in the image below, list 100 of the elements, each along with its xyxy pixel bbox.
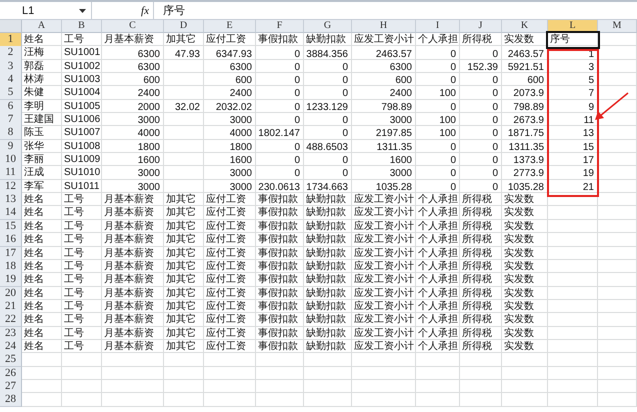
table-cell-text: 2197.85 [374, 127, 413, 140]
column-header[interactable]: J [460, 20, 502, 33]
row-header[interactable]: 8 [0, 126, 22, 140]
insert-function-button[interactable]: fx [141, 4, 149, 16]
row-header[interactable]: 21 [0, 300, 22, 314]
table-cell-text: 汪梅 [23, 46, 45, 60]
row-header[interactable]: 4 [0, 73, 22, 88]
table-cell-text: 2463.57 [374, 48, 413, 61]
table-cell-text: 实发数 [503, 273, 535, 288]
row-header[interactable]: 13 [0, 193, 22, 208]
table-cell-text: 2400 [136, 87, 161, 100]
column-header[interactable]: D [164, 20, 204, 33]
table-cell-text: 1035.28 [506, 180, 545, 194]
table-cell-text: 个人承担 [417, 260, 459, 274]
table-cell-text: 6300 [136, 48, 161, 61]
table-cell-text: 实发数 [503, 300, 535, 314]
table-cell-text: 事假扣款 [257, 273, 299, 288]
table-cell-text: 李军 [23, 180, 45, 194]
table-cell-text: 工号 [63, 233, 85, 248]
row-header[interactable]: 25 [0, 353, 22, 368]
row-header[interactable]: 23 [0, 326, 22, 341]
table-cell-text: 所得税 [461, 260, 493, 274]
table-cell-text: 工号 [63, 300, 85, 314]
table-cell-text: 姓名 [23, 206, 45, 220]
table-cell-text: 0 [491, 154, 499, 168]
select-all-button[interactable] [0, 20, 22, 33]
table-cell-text: 应付工资 [205, 273, 247, 288]
row-header[interactable]: 24 [0, 340, 22, 354]
table-cell-text: 应付工资 [205, 220, 247, 234]
row-header[interactable]: 10 [0, 153, 22, 168]
table-cell-text: 1233.129 [305, 100, 349, 114]
row-header[interactable]: 1 [0, 33, 22, 47]
table-cell-text: 4000 [228, 127, 253, 140]
name-box[interactable]: L1 [0, 2, 92, 19]
column-header[interactable]: A [22, 20, 62, 33]
table-cell-text: 林涛 [23, 73, 45, 86]
formula-input[interactable]: 序号 [154, 2, 637, 19]
table-cell-text: 姓名 [23, 286, 45, 301]
table-cell-text: SU1009 [63, 153, 102, 168]
table-cell-text: 月基本薪资 [103, 246, 155, 260]
table-cell-text: 工号 [63, 246, 85, 260]
column-header[interactable]: F [256, 20, 304, 33]
table-cell-text: SU1008 [63, 140, 102, 154]
table-cell-text: 缺勤扣款 [305, 246, 347, 260]
row-header[interactable]: 16 [0, 233, 22, 248]
table-cell-text: 应付工资 [205, 326, 247, 340]
table-cell-text: 所得税 [461, 340, 493, 354]
row-header[interactable]: 22 [0, 313, 22, 328]
table-cell-text: 应发工资小计 [353, 233, 415, 248]
column-header[interactable]: C [102, 20, 164, 33]
table-cell-text: 姓名 [23, 193, 45, 207]
row-header[interactable]: 3 [0, 60, 22, 74]
table-cell-text: 月基本薪资 [103, 33, 155, 47]
column-header[interactable]: E [204, 20, 256, 33]
table-cell-text: 2400 [228, 87, 253, 100]
row-header[interactable]: 11 [0, 166, 22, 180]
table-cell-text: 1373.9 [512, 154, 545, 168]
table-cell-text: 事假扣款 [257, 220, 299, 234]
table-cell-text: 1600 [388, 154, 413, 168]
column-header[interactable]: G [304, 20, 352, 33]
column-header[interactable]: K [502, 20, 548, 33]
table-cell-text: 个人承担 [417, 246, 459, 260]
row-header[interactable]: 20 [0, 286, 22, 301]
table-cell-text: 1800 [136, 140, 161, 154]
row-header[interactable]: 7 [0, 113, 22, 128]
row-header[interactable]: 28 [0, 393, 22, 407]
row-header[interactable]: 9 [0, 140, 22, 154]
row-header[interactable]: 6 [0, 100, 22, 114]
table-cell-text: 陈玉 [23, 126, 45, 140]
table-cell-text: SU1003 [63, 73, 102, 88]
table-cell-text: 应发工资小计 [353, 340, 415, 354]
table-cell-text: 个人承担 [417, 220, 459, 234]
row-header[interactable]: 19 [0, 273, 22, 288]
column-header[interactable]: B [62, 20, 102, 33]
row-header[interactable]: 5 [0, 86, 22, 100]
column-header[interactable]: M [598, 20, 637, 33]
table-cell-text: 事假扣款 [257, 233, 299, 248]
table-cell-text: 230.0613 [257, 180, 301, 194]
table-cell-text: 所得税 [461, 220, 493, 234]
table-cell-text: 6300 [136, 60, 161, 74]
row-header[interactable]: 14 [0, 206, 22, 220]
table-cell-text: 月基本薪资 [103, 233, 155, 248]
row-header[interactable]: 26 [0, 366, 22, 381]
table-cell-text: 2463.57 [506, 48, 545, 61]
column-header[interactable]: H [352, 20, 416, 33]
row-header[interactable]: 18 [0, 260, 22, 274]
row-header[interactable]: 17 [0, 246, 22, 260]
table-cell-text: 应发工资小计 [353, 326, 415, 340]
table-cell-text: 加其它 [165, 193, 197, 206]
row-header[interactable]: 27 [0, 380, 22, 394]
table-cell-text: 事假扣款 [257, 340, 299, 354]
row-header[interactable]: 2 [0, 46, 22, 61]
table-cell-text: 0 [341, 167, 349, 180]
column-header[interactable]: I [416, 20, 460, 33]
row-header[interactable]: 15 [0, 220, 22, 234]
table-cell-text: 个人承担 [417, 300, 459, 314]
row-header[interactable]: 12 [0, 180, 22, 194]
table-cell-text: 0 [293, 100, 301, 114]
table-cell-text: 实发数 [503, 340, 535, 354]
table-cell[interactable]: 序号 [548, 33, 598, 47]
